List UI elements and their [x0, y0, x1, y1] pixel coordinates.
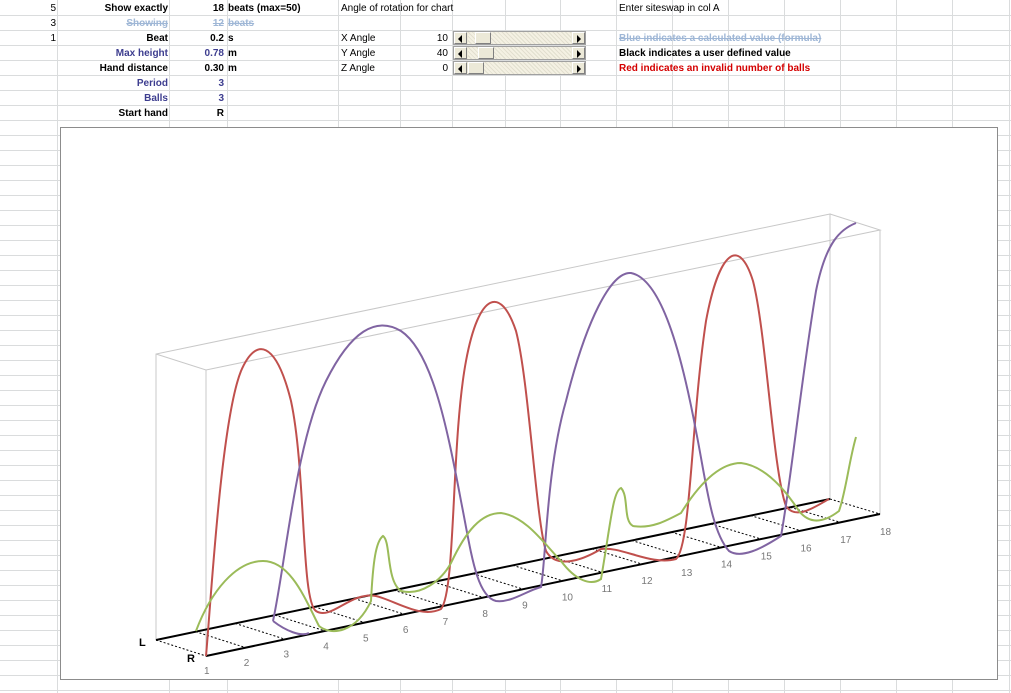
- row-unit: [228, 106, 338, 121]
- beat-tick-label: 15: [761, 552, 773, 563]
- juggling-chart-plot: LR123456789101112131415161718: [139, 213, 892, 677]
- row-unit: [228, 91, 338, 106]
- beat-tick-label: 12: [641, 576, 653, 587]
- chart-box-back: [155, 213, 831, 640]
- row-value[interactable]: R: [170, 106, 224, 121]
- beat-connector: [631, 539, 682, 557]
- cell-a3[interactable]: 1: [0, 31, 56, 46]
- x-angle-value[interactable]: 10: [400, 31, 448, 46]
- beat-tick-label: 9: [522, 601, 528, 612]
- beat-tick-label: 6: [403, 625, 409, 636]
- row-label: Balls: [144, 93, 168, 104]
- z-angle-value[interactable]: 0: [400, 61, 448, 76]
- row-value[interactable]: 3: [170, 76, 224, 91]
- rotation-title: Angle of rotation for chart: [341, 3, 454, 14]
- beat-connector: [671, 531, 722, 548]
- x-angle-scrollbar[interactable]: [453, 31, 586, 45]
- beat-tick-label: 16: [800, 543, 812, 554]
- row-label: Show exactly: [104, 3, 168, 14]
- z-angle-right-arrow-icon[interactable]: [572, 62, 585, 74]
- row-label: Period: [136, 78, 168, 89]
- cell-a2[interactable]: 3: [0, 16, 56, 31]
- row-label: Showing: [126, 18, 168, 29]
- row-value[interactable]: 18: [170, 1, 224, 16]
- beat-tick-label: 4: [323, 641, 329, 652]
- beat-connector: [354, 598, 405, 615]
- row-label: Beat: [146, 33, 168, 44]
- beat-connector: [393, 589, 445, 607]
- z-angle-left-arrow-icon[interactable]: [454, 62, 467, 74]
- trajectory-purple: [272, 222, 857, 636]
- hand-label-right: R: [187, 653, 195, 665]
- y-angle-value[interactable]: 40: [400, 46, 448, 61]
- note-black: Black indicates a user defined value: [619, 48, 791, 59]
- beat-connector: [750, 515, 801, 532]
- beat-tick-label: 2: [244, 658, 250, 669]
- beat-tick-label: 13: [681, 568, 693, 579]
- beat-tick-label: 3: [284, 650, 290, 661]
- chart-box-front: [205, 230, 881, 656]
- row-label: Max height: [115, 48, 168, 59]
- juggling-chart[interactable]: L R 1 2 3 4 5 6 7 8 9 10 11 12 13 14 15 16 17 18: [60, 127, 998, 680]
- row-unit: m: [228, 48, 237, 59]
- z-angle-scrollbar[interactable]: [453, 61, 586, 75]
- chart-box-top: [155, 213, 882, 371]
- row-unit: m: [228, 63, 237, 74]
- row-value[interactable]: 0.30: [170, 61, 224, 76]
- cell-a1[interactable]: 5: [0, 1, 56, 16]
- beat-connector: [433, 581, 484, 599]
- beat-tick-label: 5: [363, 633, 369, 644]
- row-value[interactable]: 12: [170, 16, 224, 31]
- row-value[interactable]: 0.78: [170, 46, 224, 61]
- beat-connector: [512, 564, 563, 582]
- beat-connector: [155, 639, 207, 657]
- note-enter-siteswap: Enter siteswap in col A: [619, 3, 720, 14]
- row-value[interactable]: 3: [170, 91, 224, 106]
- y-angle-thumb[interactable]: [477, 47, 494, 59]
- row-unit: beats: [228, 18, 255, 29]
- row-label: Hand distance: [99, 63, 168, 74]
- hand-label-left: L: [139, 637, 146, 649]
- beat-tick-label: 18: [880, 527, 892, 538]
- row-unit: s: [228, 33, 234, 44]
- x-angle-thumb[interactable]: [475, 32, 492, 44]
- x-angle-left-arrow-icon[interactable]: [454, 32, 467, 44]
- row-label: Start hand: [118, 108, 168, 119]
- y-angle-scrollbar[interactable]: [453, 46, 586, 60]
- note-blue: Blue indicates a calculated value (formu…: [619, 33, 822, 44]
- beat-tick-label: 14: [721, 560, 733, 571]
- beat-tick-label: 1: [204, 666, 210, 677]
- beat-tick-label: 10: [562, 592, 574, 603]
- beat-tick-label: 17: [840, 535, 852, 546]
- beat-tick-label: 8: [482, 609, 488, 620]
- z-angle-thumb[interactable]: [468, 62, 484, 74]
- row-unit: beats (max=50): [228, 3, 301, 14]
- y-angle-right-arrow-icon[interactable]: [572, 47, 585, 59]
- beat-connector: [195, 631, 246, 649]
- note-red: Red indicates an invalid number of balls: [619, 63, 811, 74]
- beat-tick-label: 7: [443, 617, 449, 628]
- x-angle-right-arrow-icon[interactable]: [572, 32, 585, 44]
- row-value[interactable]: 0.2: [170, 31, 224, 46]
- beat-connector: [235, 622, 286, 640]
- y-angle-left-arrow-icon[interactable]: [454, 47, 467, 59]
- beat-tick-label: 11: [602, 584, 613, 595]
- row-unit: [228, 76, 338, 91]
